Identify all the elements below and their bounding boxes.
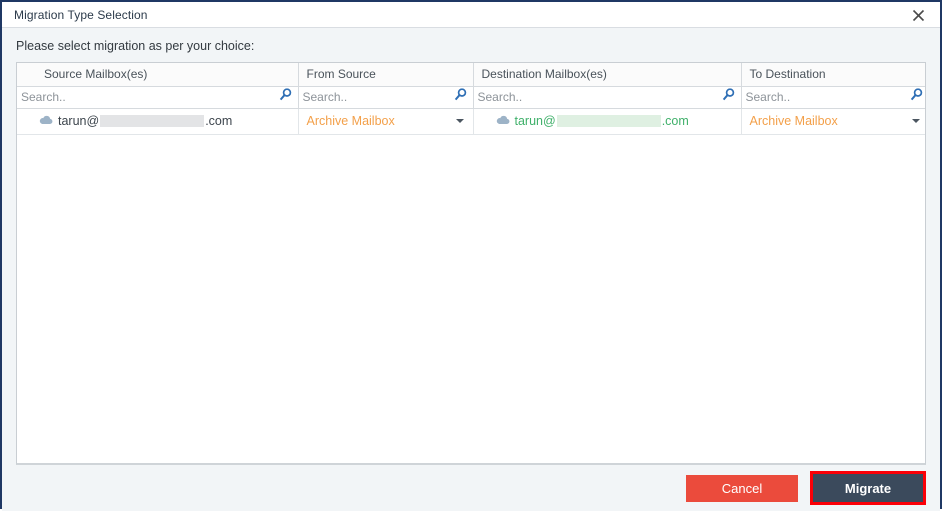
from-source-value: Archive Mailbox (306, 114, 395, 128)
migrate-button[interactable]: Migrate (813, 474, 923, 502)
migrate-button-highlight: Migrate (810, 471, 926, 505)
titlebar: Migration Type Selection (2, 2, 940, 28)
table-row[interactable]: tarun@ .com Archive Mailbox tarun@ .com … (17, 108, 926, 135)
column-header-from-source[interactable]: From Source (298, 63, 474, 87)
window-title: Migration Type Selection (14, 7, 148, 22)
search-input-from-source[interactable] (302, 90, 450, 104)
column-header-source-mailboxes[interactable]: Source Mailbox(es) (17, 63, 299, 87)
destination-mailbox-prefix: tarun@ (514, 114, 556, 128)
redacted-domain-block (100, 115, 205, 127)
search-input-source-mailboxes[interactable] (21, 90, 275, 104)
close-icon (912, 9, 925, 22)
search-icon[interactable] (910, 88, 923, 106)
search-input-destination-mailboxes[interactable] (477, 90, 718, 104)
migration-dialog-window: Migration Type Selection Please select m… (0, 0, 942, 511)
dialog-footer: Cancel Migrate (2, 465, 940, 511)
search-icon[interactable] (722, 88, 735, 106)
search-icon[interactable] (454, 88, 467, 106)
cloud-icon (39, 114, 53, 128)
source-mailbox-cell[interactable]: tarun@ .com (17, 109, 298, 134)
source-mailbox-prefix: tarun@ (58, 114, 100, 128)
cancel-button[interactable]: Cancel (686, 474, 798, 502)
column-header-destination-mailboxes[interactable]: Destination Mailbox(es) (473, 63, 742, 87)
grid-search-row (17, 86, 925, 109)
search-icon[interactable] (279, 88, 292, 106)
from-source-dropdown[interactable]: Archive Mailbox (299, 109, 473, 134)
grid-header-row: Source Mailbox(es) From Source Destinati… (17, 63, 925, 87)
chevron-down-icon (455, 119, 464, 123)
source-mailbox-suffix: .com (205, 114, 233, 128)
close-button[interactable] (896, 2, 940, 28)
to-destination-value: Archive Mailbox (749, 114, 838, 128)
cloud-icon (496, 114, 510, 128)
instruction-text: Please select migration as per your choi… (16, 39, 255, 53)
to-destination-dropdown[interactable]: Archive Mailbox (742, 109, 926, 134)
column-header-to-destination[interactable]: To Destination (741, 63, 925, 87)
search-input-to-destination[interactable] (745, 90, 906, 104)
chevron-down-icon (912, 119, 920, 123)
mailbox-grid: Source Mailbox(es) From Source Destinati… (16, 62, 926, 465)
dialog-content: Please select migration as per your choi… (2, 28, 940, 511)
destination-mailbox-cell[interactable]: tarun@ .com (474, 109, 741, 134)
destination-mailbox-suffix: .com (661, 114, 689, 128)
redacted-domain-block (556, 115, 661, 127)
